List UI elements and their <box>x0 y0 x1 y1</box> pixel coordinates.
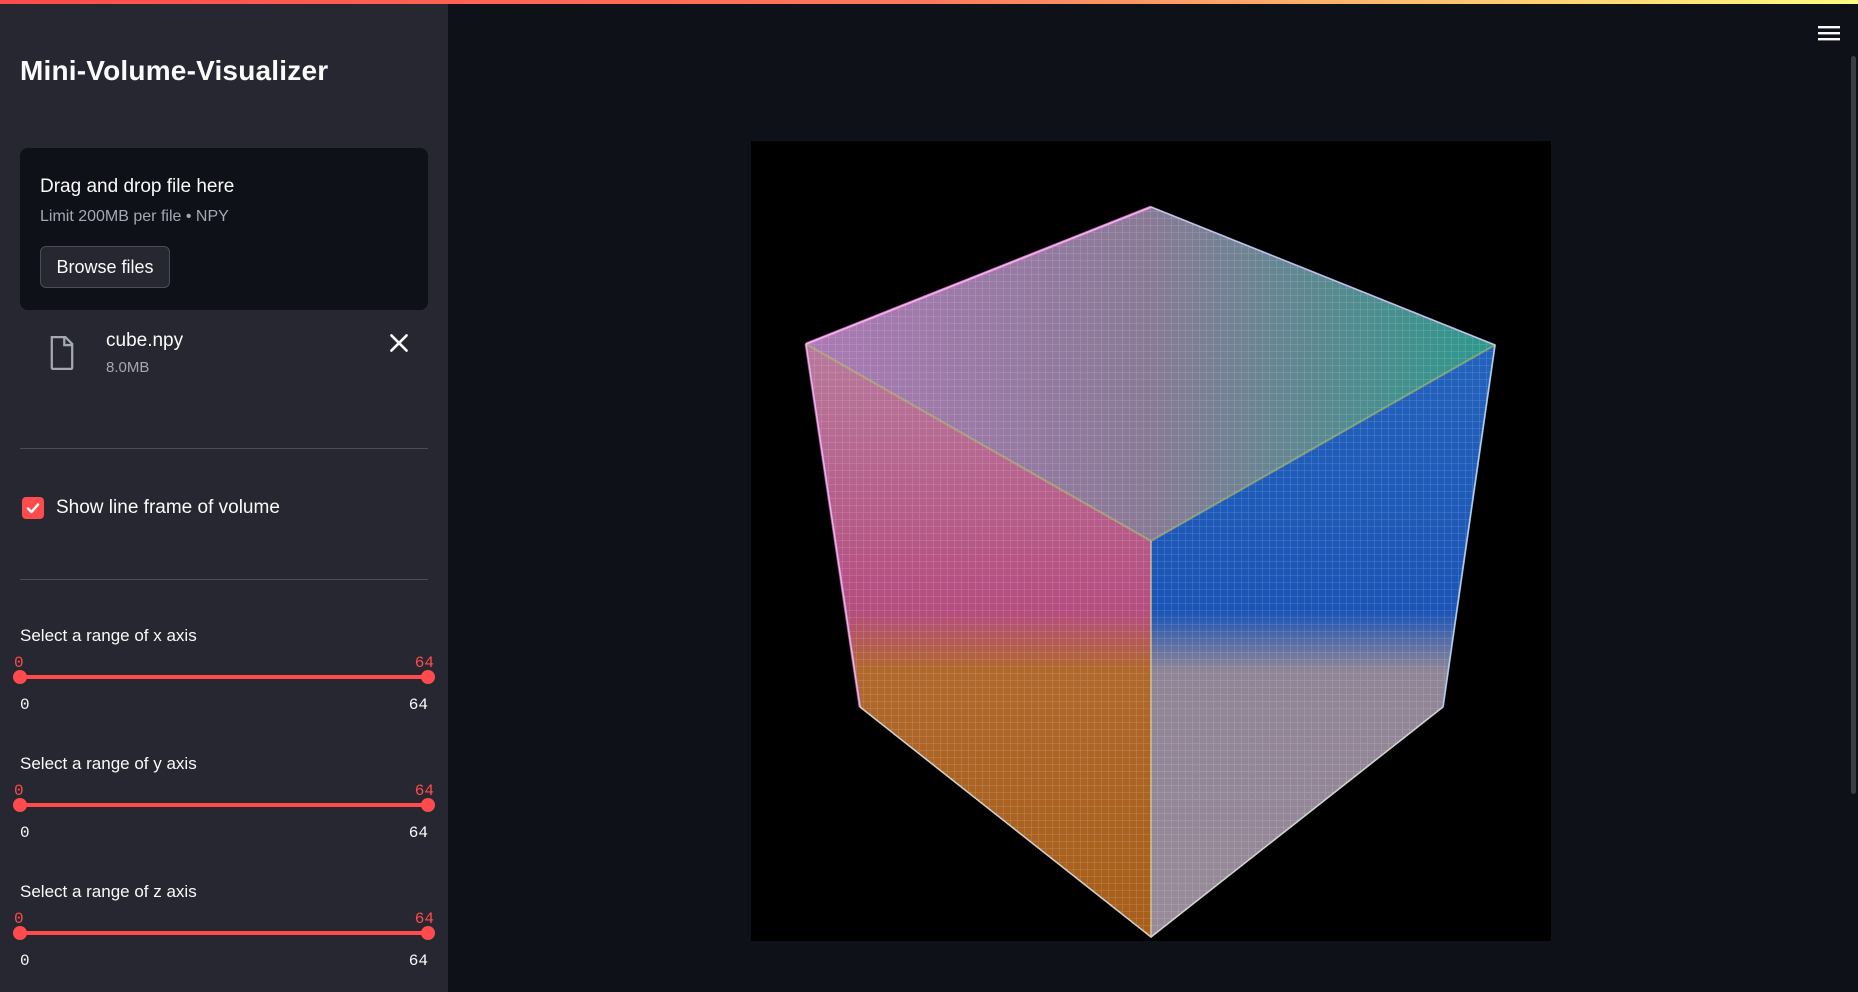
slider-high-thumb[interactable] <box>421 670 435 684</box>
divider <box>20 448 428 449</box>
slider-low-thumb[interactable] <box>13 798 27 812</box>
slider-max-label: 64 <box>408 952 428 970</box>
line-frame-checkbox[interactable]: Show line frame of volume <box>20 494 280 522</box>
slider-track[interactable] <box>20 803 428 807</box>
upload-limit-text: Limit 200MB per file • NPY <box>40 208 229 225</box>
slider-label: Select a range of y axis <box>20 754 197 773</box>
slider-label: Select a range of x axis <box>20 626 197 645</box>
uploaded-file-item: cube.npy 8.0MB <box>20 322 428 382</box>
x-range-slider[interactable]: Select a range of x axis 0 64 0 64 <box>13 626 435 736</box>
checkbox-checked[interactable] <box>22 497 44 519</box>
slider-low-thumb[interactable] <box>13 670 27 684</box>
slider-max-label: 64 <box>408 696 428 714</box>
file-uploader-dropzone[interactable]: Drag and drop file here Limit 200MB per … <box>20 148 428 310</box>
slider-min-label: 0 <box>20 824 30 842</box>
hamburger-menu-icon[interactable] <box>1816 22 1842 44</box>
divider <box>20 579 428 580</box>
slider-high-value: 64 <box>414 910 434 928</box>
drop-text: Drag and drop file here <box>40 176 235 197</box>
checkbox-label: Show line frame of volume <box>56 497 280 518</box>
volume-cube-render[interactable] <box>751 141 1551 941</box>
slider-track[interactable] <box>20 931 428 935</box>
scrollbar[interactable] <box>1851 56 1856 794</box>
close-icon[interactable] <box>386 330 412 356</box>
slider-track[interactable] <box>20 675 428 679</box>
slider-min-label: 0 <box>20 952 30 970</box>
check-icon <box>26 503 40 514</box>
z-range-slider[interactable]: Select a range of z axis 0 64 0 64 <box>13 882 435 992</box>
y-range-slider[interactable]: Select a range of y axis 0 64 0 64 <box>13 754 435 864</box>
file-size: 8.0MB <box>106 359 150 376</box>
volume-viewer-3d[interactable] <box>751 141 1551 941</box>
slider-high-thumb[interactable] <box>421 926 435 940</box>
sidebar: Mini-Volume-Visualizer Drag and drop fil… <box>0 4 448 992</box>
slider-max-label: 64 <box>408 824 428 842</box>
browse-files-button[interactable]: Browse files <box>40 246 170 288</box>
slider-min-label: 0 <box>20 696 30 714</box>
app-title: Mini-Volume-Visualizer <box>20 55 329 86</box>
slider-low-thumb[interactable] <box>13 926 27 940</box>
slider-high-thumb[interactable] <box>421 798 435 812</box>
slider-high-value: 64 <box>414 782 434 800</box>
slider-label: Select a range of z axis <box>20 882 197 901</box>
file-icon <box>50 336 74 370</box>
file-name: cube.npy <box>106 330 184 351</box>
slider-high-value: 64 <box>414 654 434 672</box>
